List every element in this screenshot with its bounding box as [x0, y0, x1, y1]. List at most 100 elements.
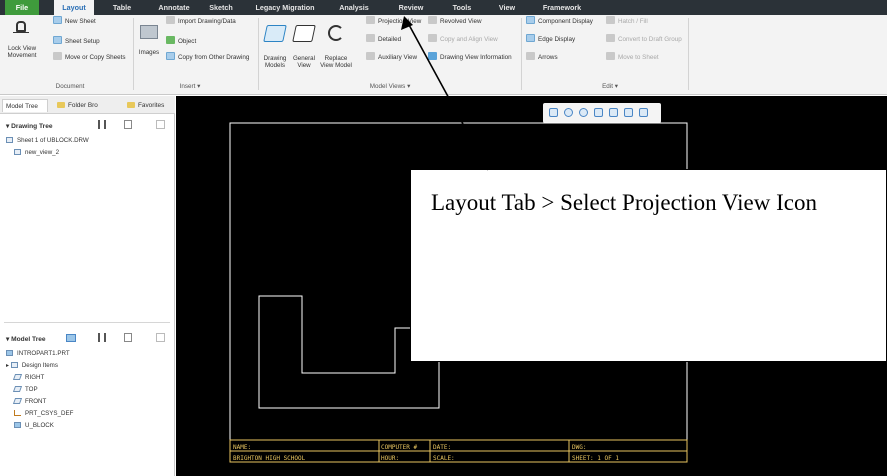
model-tree-header[interactable]: ▾ Model Tree — [6, 335, 46, 343]
copy-align-label: Copy and Align View — [440, 36, 498, 43]
tab-file[interactable]: File — [5, 0, 39, 15]
callout-text: Layout Tab > Select Projection View Icon — [431, 190, 817, 215]
tab-view[interactable]: View — [492, 0, 522, 15]
copy-align-view-button[interactable]: Copy and Align View — [428, 34, 498, 44]
sheet-setup-label: Sheet Setup — [65, 38, 100, 45]
tab-tools[interactable]: Tools — [445, 0, 479, 15]
detailed-view-button[interactable]: Detailed — [366, 34, 401, 44]
images-label: Images — [138, 49, 160, 56]
tab-analysis[interactable]: Analysis — [334, 0, 374, 15]
drawing-view-information-button[interactable]: Drawing View Information — [428, 52, 512, 62]
auxiliary-view-icon — [366, 52, 375, 60]
hatch-icon — [606, 16, 615, 24]
convert-icon — [606, 34, 615, 42]
tab-review[interactable]: Review — [392, 0, 430, 15]
movement-label: Movement — [7, 52, 37, 59]
image-icon — [140, 25, 158, 39]
projection-view-icon — [366, 16, 375, 24]
tab-sketch[interactable]: Sketch — [202, 0, 240, 15]
tree-item-front[interactable]: FRONT — [12, 397, 47, 406]
title-name: NAME: — [233, 444, 251, 451]
drawing-models-button[interactable]: Drawing Models — [262, 21, 288, 69]
move-to-sheet-button[interactable]: Move to Sheet — [606, 52, 659, 62]
edge-display-button[interactable]: Edge Display — [526, 34, 575, 44]
arrows-button[interactable]: Arrows — [526, 52, 558, 62]
tree-filter-icon[interactable] — [124, 120, 132, 129]
object-icon — [166, 36, 175, 44]
tree-item-top[interactable]: TOP — [12, 385, 38, 394]
tab-model-tree[interactable]: Model Tree — [2, 99, 48, 112]
general-view-button[interactable]: General View — [291, 21, 317, 69]
title-school: BRIGHTON HIGH SCHOOL — [233, 455, 306, 462]
revolved-view-button[interactable]: Revolved View — [428, 16, 482, 26]
tree-settings-icon[interactable] — [98, 120, 106, 129]
edge-display-icon — [526, 34, 535, 42]
model-tree-settings-icon[interactable] — [98, 333, 106, 342]
move-copy-sheets-button[interactable]: Move or Copy Sheets — [53, 52, 126, 62]
model-tree-column-icon[interactable] — [156, 333, 165, 342]
coordinate-system-icon — [14, 410, 21, 416]
tree-item-sheet[interactable]: Sheet 1 of UBLOCK.DRW — [6, 136, 89, 145]
tree-item-label: RIGHT — [25, 374, 45, 381]
copy-from-other-drawing-button[interactable]: Copy from Other Drawing — [166, 52, 249, 62]
left-panel: Model Tree Folder Bro Favorites ▾ Drawin… — [0, 96, 175, 476]
tree-item-csys[interactable]: PRT_CSYS_DEF — [14, 409, 73, 418]
auxiliary-view-button[interactable]: Auxiliary View — [366, 52, 417, 62]
move-sheets-icon — [53, 52, 62, 60]
tree-item-view[interactable]: new_view_2 — [14, 148, 59, 157]
folder-icon — [57, 102, 65, 108]
insert-group-label: Insert ▾ — [179, 83, 201, 90]
tab-layout[interactable]: Layout — [54, 0, 94, 15]
object-button[interactable]: Object — [166, 36, 196, 46]
ribbon: Lock View Movement New Sheet Sheet Setup… — [0, 15, 887, 95]
tab-legacy-migration[interactable]: Legacy Migration — [250, 0, 320, 15]
tree-item-part[interactable]: INTROPART1.PRT — [6, 349, 70, 358]
lock-view-movement-button[interactable]: Lock View Movement — [4, 19, 40, 59]
tree-item-u-block[interactable]: U_BLOCK — [14, 421, 54, 430]
tree-column-icon[interactable] — [156, 120, 165, 129]
general-view-icon — [292, 25, 316, 42]
model-views-group-label: Model Views ▾ — [369, 83, 411, 90]
projection-view-label: Projection View — [378, 18, 422, 25]
copy-align-icon — [428, 34, 437, 42]
title-date: DATE: — [433, 444, 451, 451]
hatch-fill-button[interactable]: Hatch / Fill — [606, 16, 648, 26]
tab-framework[interactable]: Framework — [536, 0, 588, 15]
copy-from-drawing-label: Copy from Other Drawing — [178, 54, 250, 61]
drawing-models-label-2: Models — [265, 62, 285, 69]
tree-item-right[interactable]: RIGHT — [12, 373, 45, 382]
sheet-setup-button[interactable]: Sheet Setup — [53, 36, 100, 46]
new-sheet-button[interactable]: New Sheet — [53, 16, 96, 26]
new-sheet-icon — [53, 16, 62, 24]
component-display-button[interactable]: Component Display — [526, 16, 593, 26]
detailed-view-icon — [366, 34, 375, 42]
tab-folder-browser[interactable]: Folder Bro — [54, 99, 106, 112]
images-button[interactable]: Images — [136, 23, 162, 58]
new-sheet-label: New Sheet — [65, 18, 96, 25]
tab-table[interactable]: Table — [104, 0, 140, 15]
title-block: NAME: BRIGHTON HIGH SCHOOL COMPUTER # HO… — [229, 439, 688, 463]
tab-favorites[interactable]: Favorites — [124, 99, 172, 112]
document-group-label: Document — [55, 83, 85, 90]
convert-draft-group-button[interactable]: Convert to Draft Group — [606, 34, 682, 44]
tree-item-label: FRONT — [25, 398, 47, 405]
auxiliary-view-label: Auxiliary View — [378, 54, 418, 61]
favorites-tab-label: Favorites — [138, 102, 165, 109]
part-icon — [6, 350, 13, 356]
lock-icon — [16, 21, 26, 32]
model-tree-filter-icon[interactable] — [124, 333, 132, 342]
revolved-view-icon — [428, 16, 437, 24]
import-drawing-button[interactable]: Import Drawing/Data — [166, 16, 236, 26]
tab-annotate[interactable]: Annotate — [151, 0, 197, 15]
component-display-label: Component Display — [538, 18, 593, 25]
datum-plane-icon — [12, 398, 23, 404]
view-info-icon — [428, 52, 437, 60]
model-tree-part-icon[interactable] — [66, 334, 76, 342]
group-separator — [688, 18, 689, 90]
drawing-tree-header[interactable]: ▾ Drawing Tree — [6, 122, 53, 130]
hatch-fill-label: Hatch / Fill — [618, 18, 648, 25]
replace-view-model-button[interactable]: Replace View Model — [320, 21, 352, 69]
projection-view-button[interactable]: Projection View — [366, 16, 421, 26]
tree-item-design-items[interactable]: ▸ Design Items — [6, 361, 58, 370]
drawing-models-icon — [263, 25, 287, 42]
